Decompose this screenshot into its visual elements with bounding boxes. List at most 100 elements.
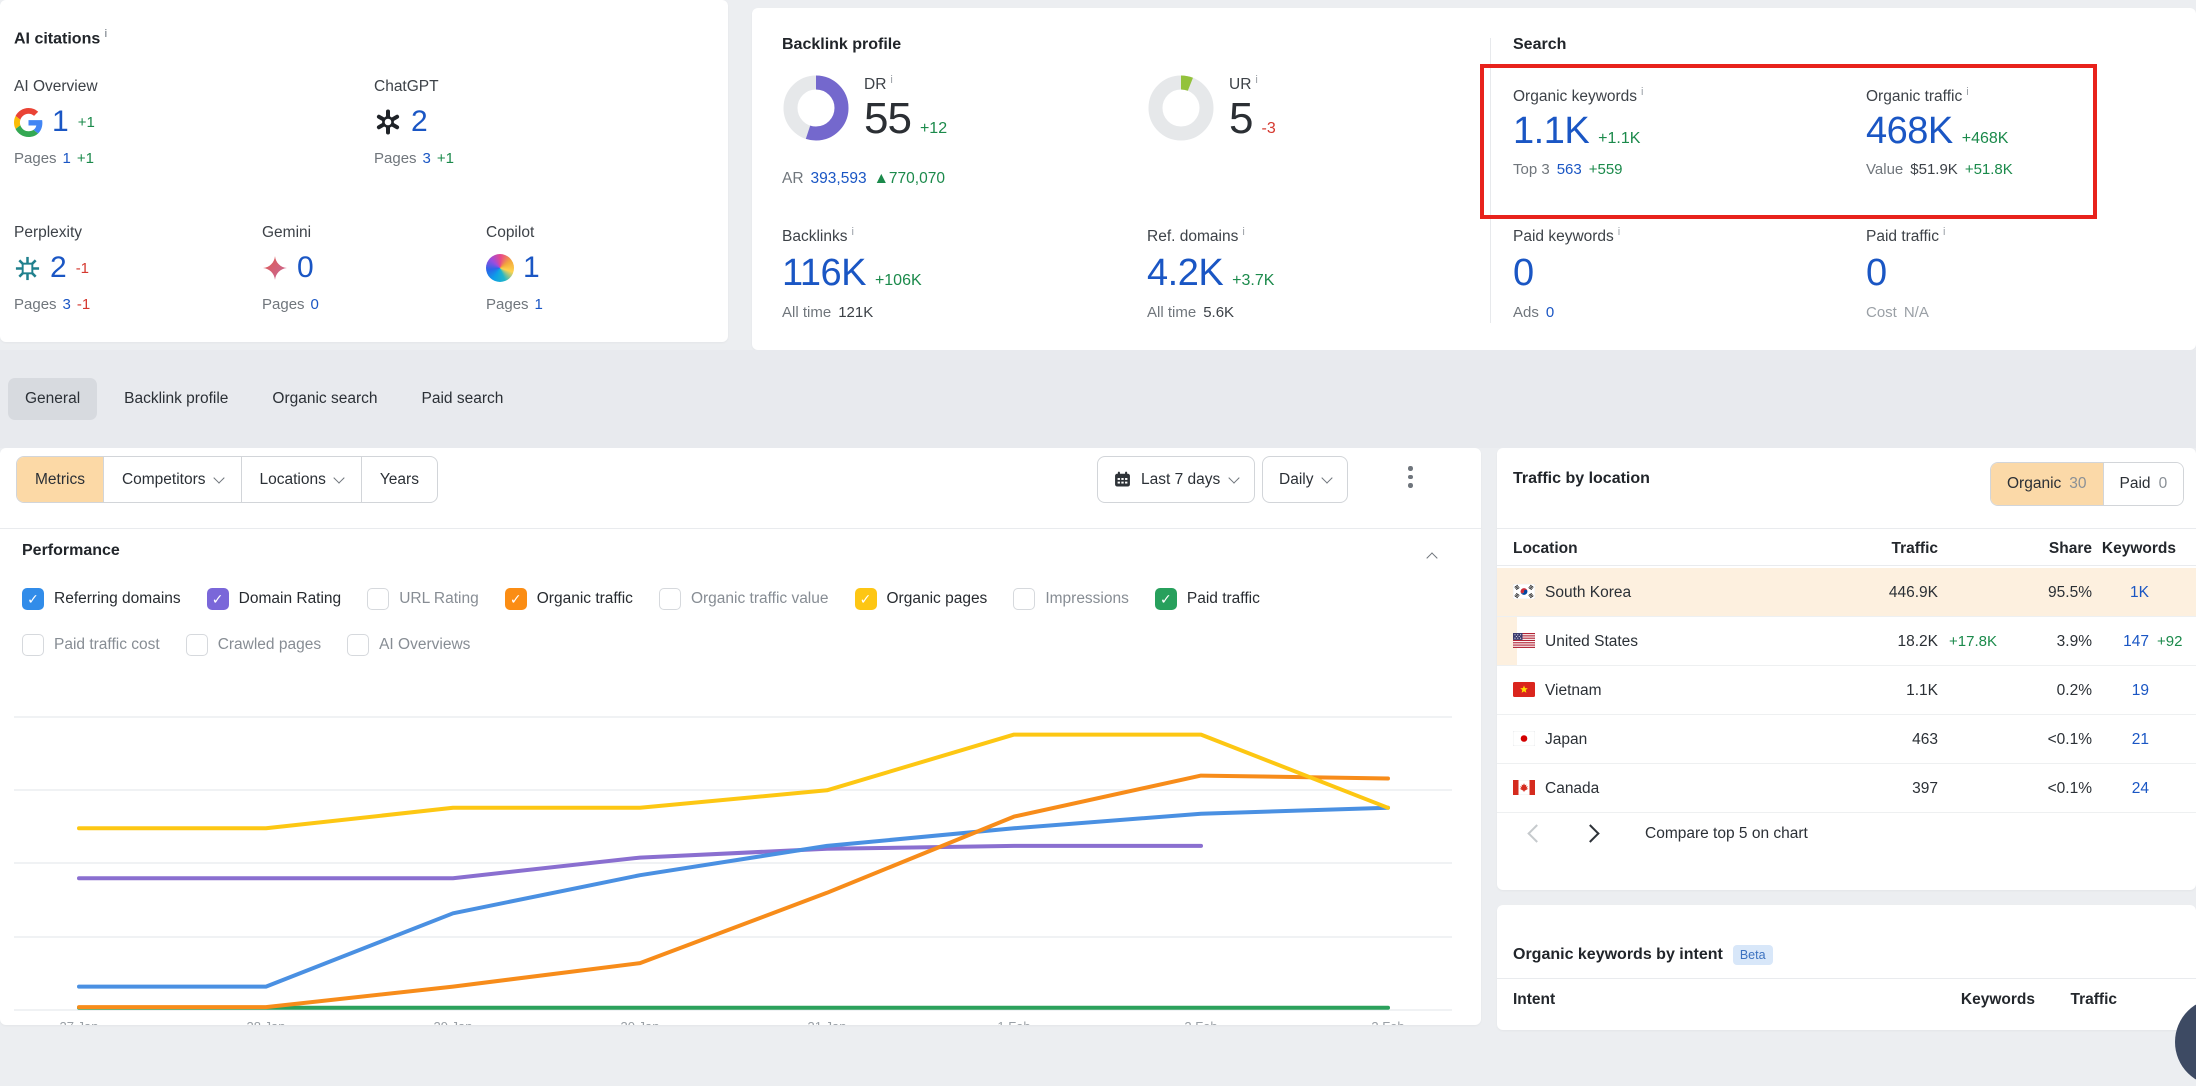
flag-kr-icon <box>1513 584 1535 599</box>
keywords-by-intent-title: Organic keywords by intent <box>1513 946 1723 964</box>
table-row-vietnam[interactable]: Vietnam 1.1K 0.2% 19 <box>1497 666 2196 715</box>
citation-pages[interactable]: 1 <box>63 150 71 167</box>
keywords-link[interactable]: 24 <box>2132 764 2149 813</box>
keywords-delta: +92 <box>2157 617 2182 666</box>
citation-pages[interactable]: 0 <box>311 296 319 313</box>
citation-count: 0 <box>297 251 314 285</box>
tab-general[interactable]: General <box>8 378 97 420</box>
ai-citation-chatgpt: ChatGPT 2 Pages3+1 <box>374 78 454 167</box>
keywords-link[interactable]: 19 <box>2132 666 2149 715</box>
ur-delta: -3 <box>1261 120 1275 138</box>
performance-chart[interactable]: 27 Jan28 Jan29 Jan30 Jan31 Jan1 Feb2 Feb… <box>0 660 1481 1025</box>
metric-checkbox-organic-traffic-value[interactable]: Organic traffic value <box>659 588 829 610</box>
traffic-value: 397 <box>1912 764 1938 813</box>
info-icon[interactable] <box>1962 88 1968 105</box>
info-icon[interactable] <box>886 76 892 93</box>
keywords-link[interactable]: 1K <box>2130 568 2149 617</box>
citation-pages[interactable]: 3 <box>63 296 71 313</box>
metric-checkbox-impressions[interactable]: Impressions <box>1013 588 1129 610</box>
more-options-button[interactable] <box>1404 462 1417 492</box>
metric-checkbox-domain-rating[interactable]: ✓Domain Rating <box>207 588 342 610</box>
keywords-link[interactable]: 21 <box>2132 715 2149 764</box>
table-row-south-korea[interactable]: South Korea 446.9K 95.5% 1K <box>1497 568 2196 617</box>
citation-count: 2 <box>50 251 67 285</box>
tab-backlink-profile[interactable]: Backlink profile <box>107 378 245 420</box>
backlinks-value[interactable]: 116K <box>782 252 866 295</box>
section-tabs: GeneralBacklink profileOrganic search Pai… <box>0 350 2196 448</box>
flag-vn-icon <box>1513 682 1535 697</box>
tab-organic-search[interactable]: Organic search <box>255 378 394 420</box>
metric-checkbox-paid-traffic-cost[interactable]: Paid traffic cost <box>22 634 160 656</box>
location-name: Vietnam <box>1545 666 1602 715</box>
column-share[interactable]: Share <box>2049 534 2092 564</box>
performance-title: Performance <box>22 542 120 560</box>
top3-value[interactable]: 563 <box>1557 161 1582 178</box>
metric-checkbox-referring-domains[interactable]: ✓Referring domains <box>22 588 181 610</box>
ar-value[interactable]: 393,593 <box>811 170 867 188</box>
keywords-link[interactable]: 147 <box>2123 617 2149 666</box>
metric-checkbox-paid-traffic[interactable]: ✓Paid traffic <box>1155 588 1260 610</box>
ai-citations-title: AI citations <box>14 28 107 48</box>
info-icon[interactable] <box>1637 88 1643 105</box>
divider <box>1497 978 2196 979</box>
citation-pages[interactable]: 3 <box>423 150 431 167</box>
checkbox-icon <box>347 634 369 656</box>
info-icon[interactable] <box>1251 76 1257 93</box>
keywords-by-intent-card: Organic keywords by intent Beta Intent K… <box>1497 905 2196 1030</box>
tab-paid-search[interactable]: Paid search <box>405 378 521 420</box>
ur-label: UR <box>1229 74 1276 94</box>
column-keywords[interactable]: Keywords <box>2102 534 2176 564</box>
column-location[interactable]: Location <box>1513 534 1578 564</box>
table-row-united-states[interactable]: United States 18.2K +17.8K 3.9% 147 +92 <box>1497 617 2196 666</box>
organic-keywords-value[interactable]: 1.1K <box>1513 110 1589 153</box>
toggle-organic[interactable]: Organic30 <box>1991 463 2103 505</box>
prev-page-button[interactable] <box>1519 816 1553 850</box>
paid-traffic-label: Paid traffic <box>1866 226 1945 246</box>
granularity-button[interactable]: Daily <box>1262 456 1348 503</box>
collapse-chevron-up-icon[interactable] <box>1426 552 1437 563</box>
citation-pages[interactable]: 1 <box>535 296 543 313</box>
ur-value: 5 <box>1229 94 1252 144</box>
chevron-right-icon <box>1581 824 1599 842</box>
checkbox-icon <box>22 634 44 656</box>
info-icon[interactable] <box>100 30 107 47</box>
metric-checkbox-organic-pages[interactable]: ✓Organic pages <box>855 588 988 610</box>
years-button[interactable]: Years <box>361 457 437 502</box>
column-traffic: Traffic <box>2070 985 2117 1015</box>
competitors-dropdown[interactable]: Competitors <box>103 457 241 502</box>
metric-checkbox-url-rating[interactable]: URL Rating <box>367 588 479 610</box>
organic-traffic-value[interactable]: 468K <box>1866 110 1953 153</box>
performance-card: Metrics Competitors Locations Years Last… <box>0 448 1481 1025</box>
location-name: Japan <box>1545 715 1587 764</box>
metrics-button[interactable]: Metrics <box>17 457 103 502</box>
info-icon[interactable] <box>847 228 853 245</box>
paid-keywords-label: Paid keywords <box>1513 226 1620 246</box>
locations-dropdown[interactable]: Locations <box>241 457 361 502</box>
checkbox-label: URL Rating <box>399 590 479 608</box>
checkbox-label: Organic traffic value <box>691 590 829 608</box>
checkbox-label: AI Overviews <box>379 636 470 654</box>
info-icon[interactable] <box>1614 228 1620 245</box>
column-traffic[interactable]: Traffic <box>1891 534 1938 564</box>
table-row-japan[interactable]: Japan 463 <0.1% 21 <box>1497 715 2196 764</box>
citation-count: 1 <box>52 105 69 139</box>
checkbox-icon: ✓ <box>505 588 527 610</box>
gemini-icon <box>262 255 288 281</box>
checkbox-label: Organic traffic <box>537 590 633 608</box>
next-page-button[interactable] <box>1573 816 1607 850</box>
ref-domains-value[interactable]: 4.2K <box>1147 252 1223 295</box>
metric-checkbox-organic-traffic[interactable]: ✓ Organic traffic <box>505 588 633 610</box>
svg-text:1 Feb: 1 Feb <box>997 1019 1030 1025</box>
svg-text:30 Jan: 30 Jan <box>620 1019 659 1025</box>
share-value: <0.1% <box>2048 764 2092 813</box>
url-rating-block: UR 5 -3 <box>1147 74 1276 144</box>
metric-checkbox-crawled-pages[interactable]: Crawled pages <box>186 634 321 656</box>
date-range-button[interactable]: Last 7 days <box>1097 456 1255 503</box>
toggle-paid[interactable]: Paid0 <box>2103 463 2184 505</box>
checkbox-icon <box>367 588 389 610</box>
metric-checkbox-ai-overviews[interactable]: AI Overviews <box>347 634 470 656</box>
table-row-canada[interactable]: Canada 397 <0.1% 24 <box>1497 764 2196 813</box>
info-icon[interactable] <box>1238 228 1244 245</box>
info-icon[interactable] <box>1939 228 1945 245</box>
checkbox-label: Crawled pages <box>218 636 321 654</box>
